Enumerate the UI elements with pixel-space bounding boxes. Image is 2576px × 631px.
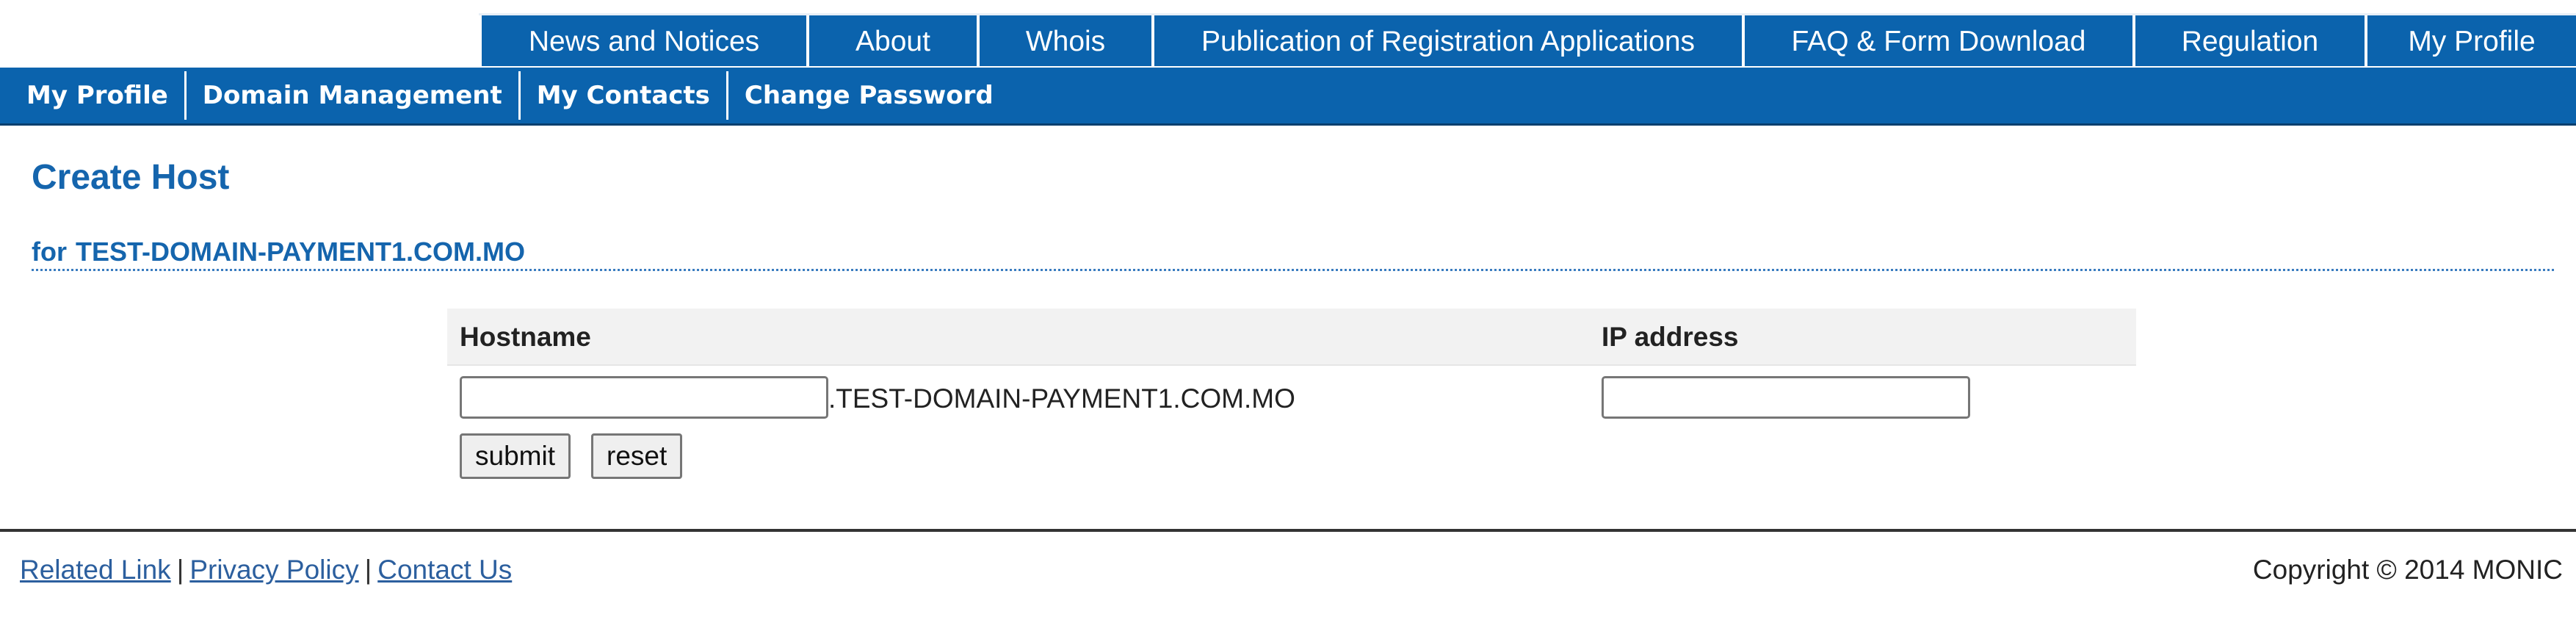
hostname-domain-suffix: .TEST-DOMAIN-PAYMENT1.COM.MO (828, 383, 1295, 414)
ip-address-column-header: IP address (1602, 322, 1739, 352)
footer-separator: | (364, 555, 372, 585)
subtitle-domain: TEST-DOMAIN-PAYMENT1.COM.MO (76, 237, 526, 267)
form-input-row: .TEST-DOMAIN-PAYMENT1.COM.MO (447, 366, 2136, 429)
footer-separator: | (176, 555, 184, 585)
contact-us-link[interactable]: Contact Us (377, 555, 512, 585)
hostname-column-header: Hostname (460, 322, 591, 352)
hostname-input[interactable] (460, 376, 828, 419)
sub-nav-my-profile[interactable]: My Profile (0, 71, 187, 120)
top-navigation: News and Notices About Whois Publication… (479, 13, 2576, 68)
form-header-row: Hostname IP address (447, 309, 2136, 366)
page-title: Create Host (32, 158, 230, 197)
footer-links: Related Link | Privacy Policy | Contact Us (20, 555, 512, 585)
related-link[interactable]: Related Link (20, 555, 171, 585)
footer-divider (0, 529, 2576, 532)
sub-navigation: My Profile Domain Management My Contacts… (0, 66, 2576, 126)
sub-nav-my-contacts[interactable]: My Contacts (521, 71, 728, 120)
form-button-row: submit reset (447, 429, 2136, 488)
reset-button[interactable]: reset (591, 433, 683, 479)
create-host-form: Hostname IP address .TEST-DOMAIN-PAYMENT… (447, 309, 2136, 488)
submit-button[interactable]: submit (460, 433, 571, 479)
sub-nav-domain-management[interactable]: Domain Management (187, 71, 521, 120)
top-nav-regulation[interactable]: Regulation (2132, 15, 2365, 68)
copyright-notice: Copyright © 2014 MONIC (2252, 555, 2563, 585)
top-nav-publication-of-registration-applications[interactable]: Publication of Registration Applications (1151, 15, 1742, 68)
sub-nav-change-password[interactable]: Change Password (728, 71, 1010, 120)
top-nav-faq-form-download[interactable]: FAQ & Form Download (1742, 15, 2132, 68)
page-subtitle: for TEST-DOMAIN-PAYMENT1.COM.MO (32, 237, 2554, 271)
ip-address-input[interactable] (1602, 376, 1970, 419)
top-nav-news-and-notices[interactable]: News and Notices (479, 15, 806, 68)
top-nav-whois[interactable]: Whois (977, 15, 1151, 68)
subtitle-prefix: for (32, 237, 67, 267)
top-nav-my-profile[interactable]: My Profile (2365, 15, 2576, 68)
top-nav-about[interactable]: About (806, 15, 977, 68)
privacy-policy-link[interactable]: Privacy Policy (189, 555, 358, 585)
